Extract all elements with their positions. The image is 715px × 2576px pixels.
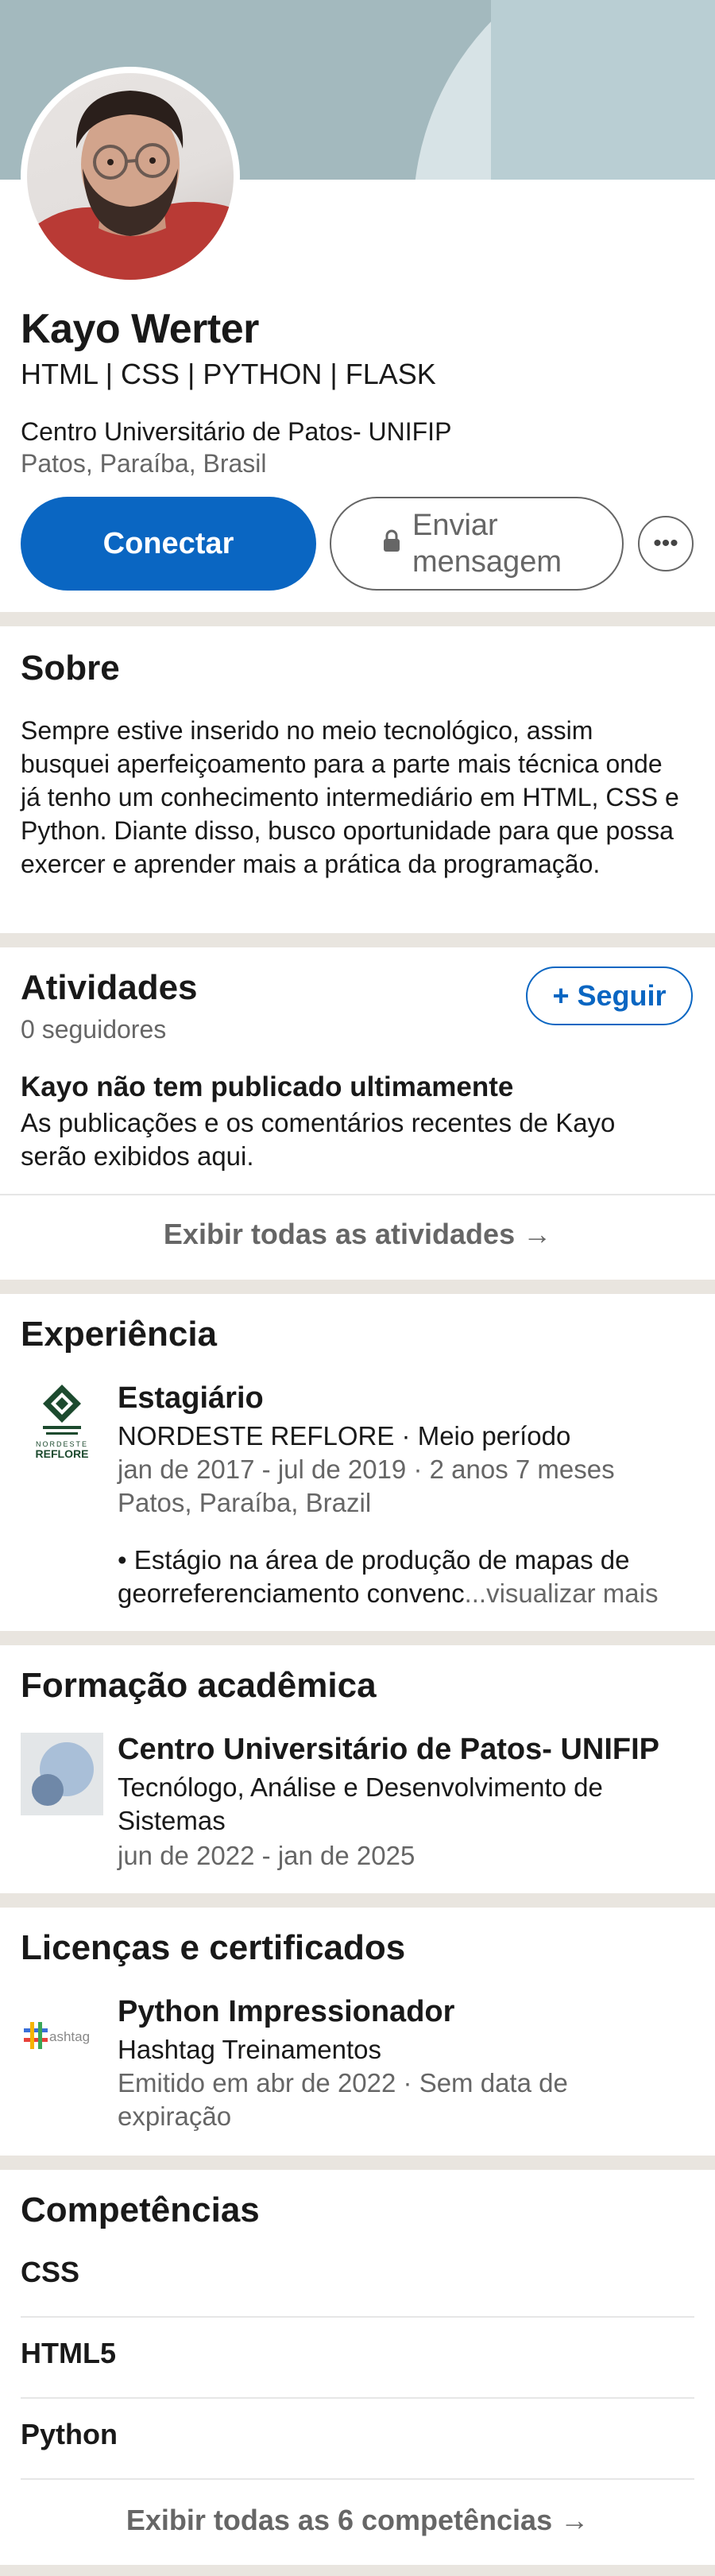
profile-headline: HTML | CSS | PYTHON | FLASK bbox=[21, 358, 436, 390]
send-message-label: Enviar mensagem bbox=[412, 509, 562, 579]
activity-title: Atividades bbox=[21, 968, 198, 1007]
certification-issued: Emitido em abr de 2022 · Sem data de exp… bbox=[118, 2068, 568, 2131]
see-more-link[interactable]: ...visualizar mais bbox=[465, 1579, 659, 1608]
experience-role[interactable]: Estagiário bbox=[118, 1381, 264, 1416]
about-section: Sobre Sempre estive inserido no meio tec… bbox=[0, 626, 715, 936]
experience-section: Experiência NORDESTE REFLORE Estagiário … bbox=[0, 1294, 715, 1628]
skills-section: Competências CSS HTML5 Python Exibir tod… bbox=[0, 2170, 715, 2576]
certifications-section: Licenças e certificados ashtag Python Im… bbox=[0, 1908, 715, 2154]
experience-company: NORDESTE REFLORE · Meio período bbox=[118, 1421, 571, 1451]
divider bbox=[0, 1280, 715, 1294]
skill-item[interactable]: Python bbox=[21, 2418, 118, 2451]
company-logo[interactable]: NORDESTE REFLORE bbox=[21, 1380, 103, 1462]
profile-page: Kayo Werter HTML | CSS | PYTHON | FLASK … bbox=[0, 0, 715, 2576]
certification-name[interactable]: Python Impressionador bbox=[118, 1995, 454, 2029]
experience-location: Patos, Paraíba, Brazil bbox=[118, 1488, 372, 1517]
education-dates: jun de 2022 - jan de 2025 bbox=[118, 1841, 415, 1870]
hashtag-logo[interactable]: ashtag bbox=[21, 2008, 103, 2063]
skill-item[interactable]: CSS bbox=[21, 2256, 79, 2289]
education-section: Formação acadêmica Centro Universitário … bbox=[0, 1645, 715, 1892]
education-school[interactable]: Centro Universitário de Patos- UNIFIP bbox=[118, 1733, 659, 1767]
experience-dates: jan de 2017 - jul de 2019 · 2 anos 7 mes… bbox=[118, 1455, 615, 1484]
profile-location: Patos, Paraíba, Brasil bbox=[21, 449, 267, 478]
certification-issuer: Hashtag Treinamentos bbox=[118, 2035, 382, 2064]
show-all-activity-link[interactable]: Exibir todas as atividades → bbox=[0, 1218, 715, 1251]
show-all-skills-link[interactable]: Exibir todas as 6 competências → bbox=[0, 2504, 715, 2537]
education-title: Formação acadêmica bbox=[21, 1666, 377, 1705]
profile-name: Kayo Werter bbox=[21, 306, 259, 352]
experience-title: Experiência bbox=[21, 1315, 218, 1354]
divider bbox=[0, 1893, 715, 1908]
divider-line bbox=[21, 2316, 694, 2318]
divider-line bbox=[0, 1194, 715, 1195]
activity-section: Atividades 0 seguidores + Seguir Kayo nã… bbox=[0, 947, 715, 1280]
about-text: Sempre estive inserido no meio tecnológi… bbox=[21, 716, 679, 878]
divider-line bbox=[21, 2478, 694, 2480]
certifications-title: Licenças e certificados bbox=[21, 1928, 406, 1967]
about-title: Sobre bbox=[21, 649, 120, 688]
ellipsis-icon: ••• bbox=[653, 530, 678, 556]
followers-count: 0 seguidores bbox=[21, 1015, 167, 1044]
experience-description: • Estágio na área de produção de mapas d… bbox=[118, 1544, 698, 1610]
send-message-button[interactable]: Enviar mensagem bbox=[330, 497, 624, 591]
divider bbox=[0, 1631, 715, 1645]
follow-button[interactable]: + Seguir bbox=[526, 966, 693, 1025]
school-logo[interactable] bbox=[21, 1733, 103, 1815]
profile-education[interactable]: Centro Universitário de Patos- UNIFIP bbox=[21, 417, 451, 447]
skills-title: Competências bbox=[21, 2191, 260, 2229]
education-degree: Tecnólogo, Análise e Desenvolvimento de … bbox=[118, 1772, 603, 1835]
divider bbox=[0, 933, 715, 947]
svg-text:ashtag: ashtag bbox=[49, 2029, 90, 2044]
lock-icon bbox=[382, 525, 401, 562]
no-posts-title: Kayo não tem publicado ultimamente bbox=[21, 1071, 514, 1102]
divider bbox=[0, 2565, 715, 2576]
divider bbox=[0, 2156, 715, 2170]
skill-item[interactable]: HTML5 bbox=[21, 2337, 116, 2370]
more-options-button[interactable]: ••• bbox=[638, 516, 694, 571]
connect-button[interactable]: Conectar bbox=[21, 497, 316, 591]
divider bbox=[0, 612, 715, 626]
divider-line bbox=[21, 2397, 694, 2399]
no-posts-text: As publicações e os comentários recentes… bbox=[21, 1108, 616, 1171]
avatar[interactable] bbox=[21, 67, 240, 286]
svg-text:REFLORE: REFLORE bbox=[36, 1447, 89, 1460]
